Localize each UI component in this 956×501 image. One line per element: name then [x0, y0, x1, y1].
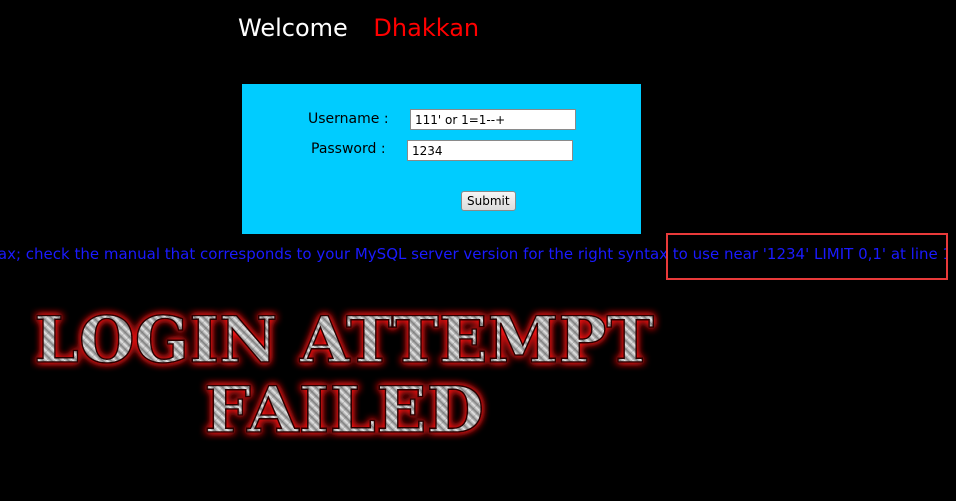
submit-button[interactable]: Submit — [461, 191, 516, 211]
welcome-label: Welcome — [238, 14, 348, 42]
login-form: Username : Password : Submit — [242, 84, 641, 234]
banner-line2: FAILED — [204, 373, 484, 448]
username-input[interactable] — [410, 109, 576, 130]
banner-line1: LOGIN ATTEMPT — [34, 303, 654, 378]
error-highlight-box — [666, 233, 948, 280]
welcome-header: Welcome Dhakkan — [238, 14, 479, 42]
username-label: Username : — [308, 111, 389, 127]
password-input[interactable] — [407, 140, 573, 161]
password-label: Password : — [311, 141, 386, 157]
login-failed-banner: LOGIN ATTEMPT FAILED — [30, 300, 670, 450]
login-failed-banner-graphic: LOGIN ATTEMPT FAILED — [33, 302, 655, 449]
welcome-name: Dhakkan — [373, 14, 480, 42]
